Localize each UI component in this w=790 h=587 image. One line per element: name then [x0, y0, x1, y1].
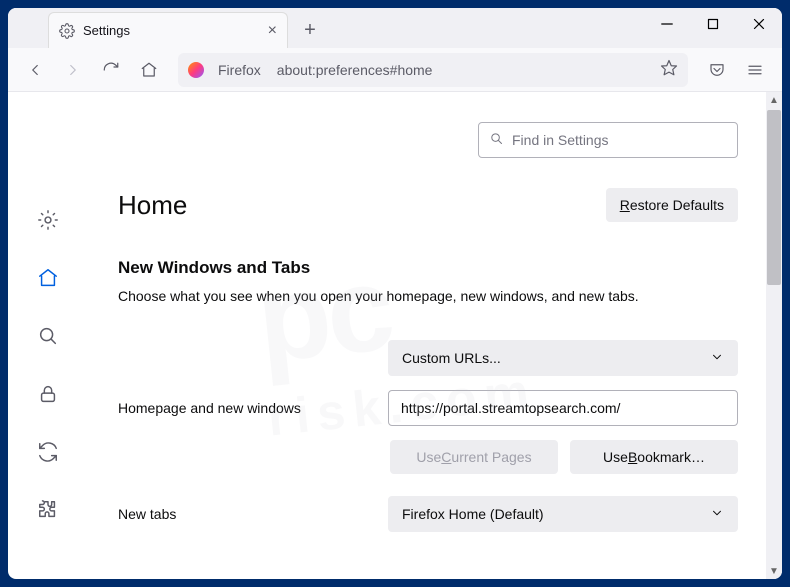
settings-main: Find in Settings Home Restore Defaults N…	[88, 92, 782, 579]
close-window-button[interactable]	[736, 8, 782, 40]
tab-settings[interactable]: Settings ×	[48, 12, 288, 48]
search-icon	[489, 131, 504, 149]
homepage-mode-dropdown[interactable]: Custom URLs...	[388, 340, 738, 376]
bookmark-star-icon[interactable]	[660, 59, 678, 80]
toolbar: Firefox about:preferences#home	[8, 48, 782, 92]
scroll-thumb[interactable]	[767, 110, 781, 285]
use-bookmark-button[interactable]: Use Bookmark…	[570, 440, 738, 474]
back-button[interactable]	[18, 53, 52, 87]
minimize-button[interactable]	[644, 8, 690, 40]
chevron-down-icon	[710, 506, 724, 523]
menu-button[interactable]	[738, 53, 772, 87]
homepage-url-input[interactable]	[388, 390, 738, 426]
new-tab-button[interactable]: +	[294, 14, 326, 46]
tab-title: Settings	[83, 23, 130, 38]
page-title: Home	[118, 190, 187, 221]
pocket-button[interactable]	[700, 53, 734, 87]
window-controls	[644, 8, 782, 48]
sidebar-general[interactable]	[30, 202, 66, 238]
content-area: Find in Settings Home Restore Defaults N…	[8, 92, 782, 579]
url-bar[interactable]: Firefox about:preferences#home	[178, 53, 688, 87]
find-in-settings[interactable]: Find in Settings	[478, 122, 738, 158]
newtabs-label: New tabs	[118, 506, 378, 522]
dropdown-value: Firefox Home (Default)	[402, 506, 544, 522]
sidebar-extensions[interactable]	[30, 492, 66, 528]
firefox-icon	[188, 62, 204, 78]
reload-button[interactable]	[94, 53, 128, 87]
sidebar-sync[interactable]	[30, 434, 66, 470]
close-icon[interactable]: ×	[268, 22, 277, 40]
scrollbar[interactable]: ▲ ▼	[766, 92, 782, 579]
dropdown-value: Custom URLs...	[402, 350, 501, 366]
section-desc: Choose what you see when you open your h…	[118, 288, 738, 304]
newtabs-mode-dropdown[interactable]: Firefox Home (Default)	[388, 496, 738, 532]
chevron-down-icon	[710, 350, 724, 367]
sidebar-privacy[interactable]	[30, 376, 66, 412]
scroll-up-button[interactable]: ▲	[766, 92, 782, 108]
search-placeholder: Find in Settings	[512, 132, 609, 148]
gear-icon	[59, 23, 75, 39]
restore-defaults-button[interactable]: Restore Defaults	[606, 188, 738, 222]
forward-button[interactable]	[56, 53, 90, 87]
identity-label: Firefox	[212, 60, 267, 80]
settings-sidebar	[8, 92, 88, 579]
sidebar-home[interactable]	[30, 260, 66, 296]
scroll-down-button[interactable]: ▼	[766, 563, 782, 579]
section-title: New Windows and Tabs	[118, 258, 738, 278]
firefox-window: Settings × + Firefox about:preferences#h…	[8, 8, 782, 579]
sidebar-search[interactable]	[30, 318, 66, 354]
maximize-button[interactable]	[690, 8, 736, 40]
url-text: about:preferences#home	[277, 62, 433, 78]
use-current-pages-button[interactable]: Use Current Pages	[390, 440, 558, 474]
homepage-label: Homepage and new windows	[118, 400, 378, 416]
home-button[interactable]	[132, 53, 166, 87]
